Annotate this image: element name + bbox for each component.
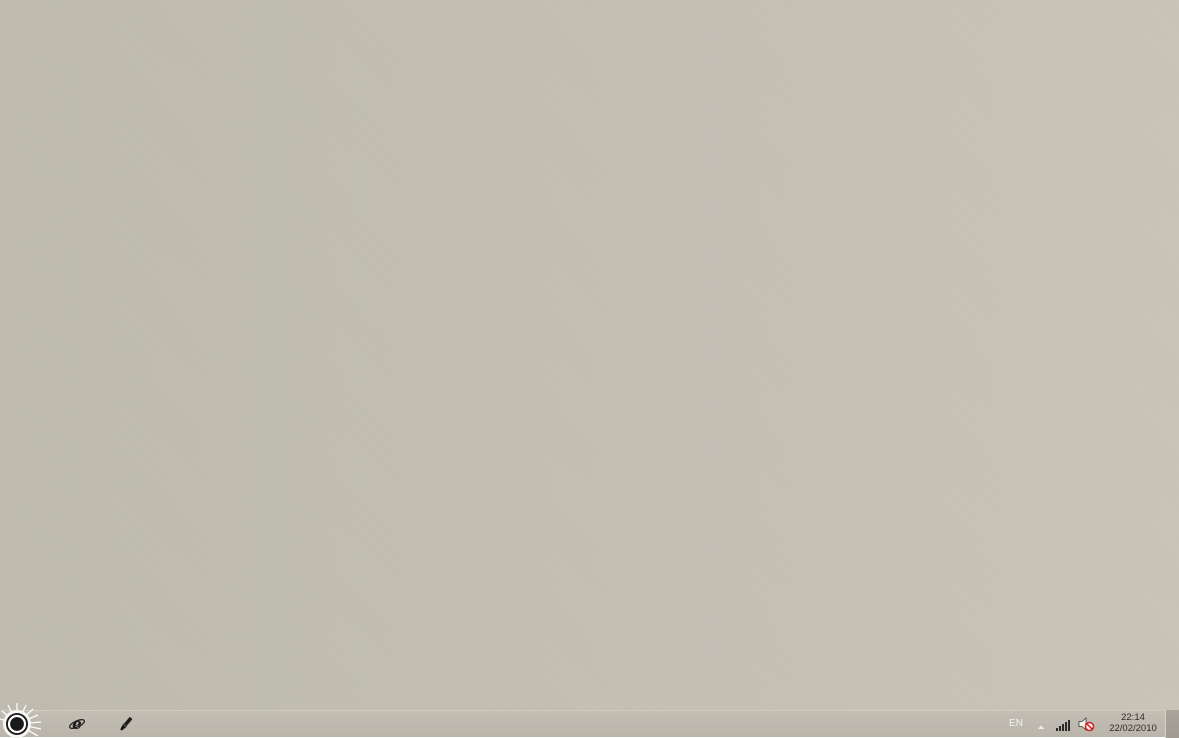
- language-indicator[interactable]: EN: [1004, 716, 1028, 732]
- signal-bars-icon: [1056, 720, 1070, 731]
- pinned-paint[interactable]: [112, 713, 140, 735]
- clock-time: 22:14: [1121, 712, 1145, 723]
- start-button[interactable]: [0, 699, 48, 738]
- svg-text:e: e: [72, 715, 82, 733]
- show-desktop-button[interactable]: [1165, 710, 1179, 738]
- tray-overflow-button[interactable]: [1035, 718, 1047, 730]
- network-tray-icon[interactable]: [1055, 717, 1071, 731]
- start-orb-icon: [0, 703, 42, 738]
- taskbar: e EN 22:14 22/02/2010: [0, 703, 1179, 738]
- pinned-internet-explorer[interactable]: e: [63, 713, 91, 735]
- volume-muted-icon: [1078, 717, 1095, 732]
- up-arrow-icon: [1038, 725, 1044, 729]
- paint-brush-icon: [120, 717, 133, 731]
- clock-date: 22/02/2010: [1109, 723, 1157, 734]
- tray-clock[interactable]: 22:14 22/02/2010: [1103, 712, 1163, 737]
- internet-explorer-icon: e: [68, 715, 86, 733]
- desktop-background[interactable]: [0, 0, 1179, 710]
- volume-tray-icon[interactable]: [1077, 716, 1095, 732]
